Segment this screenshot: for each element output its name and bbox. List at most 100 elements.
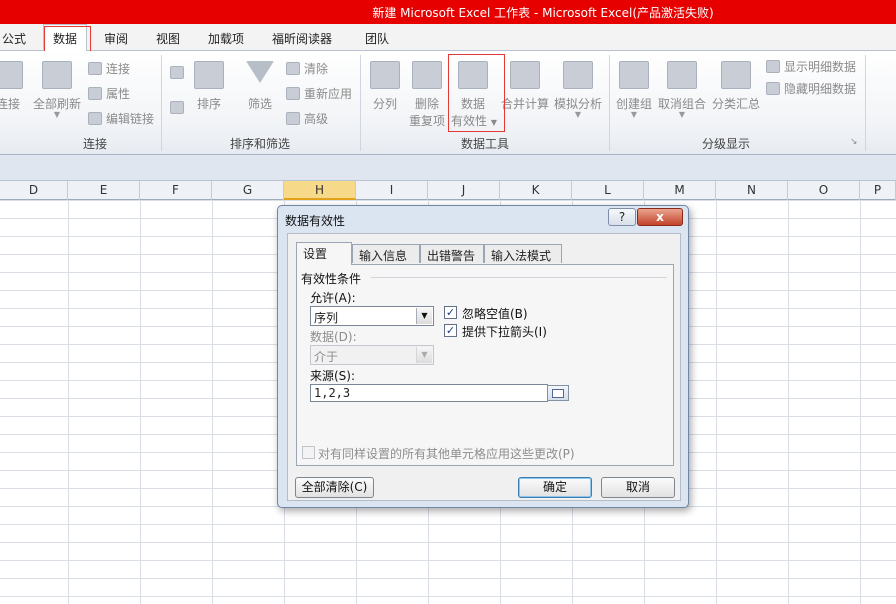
remove-duplicates-label-2: 重复项	[408, 114, 445, 128]
data-select: 介于 ▼	[310, 345, 434, 365]
formula-bar-area	[0, 155, 896, 181]
allow-select[interactable]: 序列 ▼	[310, 306, 434, 326]
ungroup-icon	[667, 61, 697, 89]
clear-button[interactable]: 清除	[286, 60, 328, 77]
show-detail-button[interactable]: 显示明细数据	[766, 58, 856, 75]
refresh-icon	[42, 61, 72, 89]
dialog-title: 数据有效性	[285, 214, 346, 228]
column-header-k[interactable]: K	[500, 181, 572, 200]
hide-detail-button[interactable]: 隐藏明细数据	[766, 80, 856, 97]
ungroup-button[interactable]: 取消组合 ▼	[657, 61, 707, 119]
what-if-button[interactable]: 模拟分析 ▼	[553, 61, 603, 119]
ignore-blank-label[interactable]: 忽略空值(B)	[462, 305, 528, 322]
column-header-f[interactable]: F	[140, 181, 212, 200]
data-validation-label-1: 数据	[460, 97, 485, 111]
clear-all-button[interactable]: 全部清除(C)	[295, 477, 374, 498]
dialog-launcher-icon[interactable]: ↘	[850, 137, 858, 147]
tab-addins[interactable]: 加载项	[208, 30, 244, 47]
group-label-data-tools: 数据工具	[460, 137, 509, 151]
column-header-d[interactable]: D	[0, 181, 68, 200]
subtotal-button[interactable]: 分类汇总	[711, 61, 761, 112]
tab-input-message[interactable]: 输入信息	[352, 244, 420, 263]
cancel-button[interactable]: 取消	[601, 477, 675, 498]
window-title: 新建 Microsoft Excel 工作表 - Microsoft Excel…	[372, 6, 714, 20]
connection-icon	[0, 61, 23, 89]
column-header-e[interactable]: E	[68, 181, 140, 200]
filter-button[interactable]: 筛选	[242, 61, 278, 112]
column-header-h[interactable]: H	[284, 181, 356, 200]
tab-formulas[interactable]: 公式	[2, 30, 26, 47]
group-label-sort-filter: 排序和筛选	[229, 137, 290, 151]
sort-icon	[194, 61, 224, 89]
sort-az-icon	[170, 66, 184, 79]
remove-duplicates-icon	[412, 61, 442, 89]
refresh-all-label: 全部刷新	[32, 97, 81, 111]
dropdown-checkbox[interactable]: ✓	[444, 324, 457, 337]
refresh-all-button[interactable]: 全部刷新 ▼	[32, 61, 82, 119]
ignore-blank-checkbox[interactable]: ✓	[444, 306, 457, 319]
consolidate-button[interactable]: 合并计算	[501, 61, 549, 112]
data-select-value: 介于	[314, 350, 339, 364]
sort-za-icon	[170, 101, 184, 114]
connections-partial-button[interactable]: 连接	[0, 61, 24, 112]
chevron-down-icon: ▼	[490, 118, 497, 127]
show-detail-icon	[766, 60, 780, 73]
source-input[interactable]: 1,2,3	[310, 384, 548, 402]
reapply-button[interactable]: 重新应用	[286, 85, 352, 102]
allow-label: 允许(A):	[310, 291, 356, 305]
properties-icon	[88, 87, 102, 100]
column-header-p[interactable]: P	[860, 181, 896, 200]
clear-filter-icon	[286, 62, 300, 75]
column-header-m[interactable]: M	[644, 181, 716, 200]
tab-review[interactable]: 审阅	[104, 30, 128, 47]
connections-button[interactable]: 连接	[88, 60, 130, 77]
advanced-button[interactable]: 高级	[286, 110, 328, 127]
column-header-g[interactable]: G	[212, 181, 284, 200]
text-to-columns-icon	[370, 61, 400, 89]
group-button[interactable]: 创建组 ▼	[614, 61, 654, 119]
tab-team[interactable]: 团队	[365, 30, 389, 47]
sort-button[interactable]: 排序	[193, 61, 225, 112]
ungroup-label: 取消组合	[657, 97, 706, 111]
tab-view[interactable]: 视图	[156, 30, 180, 47]
help-button[interactable]: ?	[608, 208, 636, 226]
show-detail-label: 显示明细数据	[784, 60, 857, 74]
section-title: 有效性条件	[301, 272, 362, 286]
advanced-filter-icon	[286, 112, 300, 125]
consolidate-label: 合并计算	[501, 97, 550, 111]
dialog-body: 设置 输入信息 出错警告 输入法模式 有效性条件 允许(A): 序列 ▼ ✓ 忽…	[287, 233, 681, 501]
connections-label: 连接	[106, 62, 131, 76]
allow-select-value: 序列	[314, 311, 339, 325]
dropdown-label[interactable]: 提供下拉箭头(I)	[462, 323, 547, 340]
close-button[interactable]: x	[637, 208, 683, 226]
text-to-columns-button[interactable]: 分列	[368, 61, 402, 112]
tab-foxit[interactable]: 福昕阅读器	[272, 30, 332, 47]
column-header-o[interactable]: O	[788, 181, 860, 200]
apply-all-label: 对有同样设置的所有其他单元格应用这些更改(P)	[318, 447, 575, 461]
advanced-label: 高级	[304, 112, 329, 126]
chevron-down-icon[interactable]: ▼	[416, 308, 432, 324]
column-header-l[interactable]: L	[572, 181, 644, 200]
source-label: 来源(S):	[310, 369, 356, 383]
tab-error-alert[interactable]: 出错警告	[420, 244, 484, 263]
column-header-j[interactable]: J	[428, 181, 500, 200]
remove-duplicates-button[interactable]: 删除 重复项	[407, 61, 447, 129]
sort-za-button[interactable]	[170, 101, 188, 115]
properties-label: 属性	[106, 87, 131, 101]
column-header-n[interactable]: N	[716, 181, 788, 200]
reapply-label: 重新应用	[304, 87, 353, 101]
chain-icon	[88, 112, 102, 125]
range-picker-icon[interactable]	[547, 385, 569, 401]
properties-button[interactable]: 属性	[88, 85, 130, 102]
ok-button[interactable]: 确定	[518, 477, 592, 498]
tab-data[interactable]: 数据	[43, 24, 88, 52]
sort-az-button[interactable]	[170, 66, 188, 80]
connections-partial-label: 连接	[0, 97, 20, 111]
chevron-down-icon: ▼	[574, 110, 582, 119]
edit-links-button[interactable]: 编辑链接	[88, 110, 154, 127]
tab-ime-mode[interactable]: 输入法模式	[484, 244, 562, 263]
settings-tab-page: 有效性条件 允许(A): 序列 ▼ ✓ 忽略空值(B) ✓ 提供下拉箭头(I) …	[296, 264, 674, 466]
tab-settings[interactable]: 设置	[296, 242, 352, 265]
column-header-i[interactable]: I	[356, 181, 428, 200]
data-validation-button[interactable]: 数据 有效性 ▼	[451, 61, 497, 129]
